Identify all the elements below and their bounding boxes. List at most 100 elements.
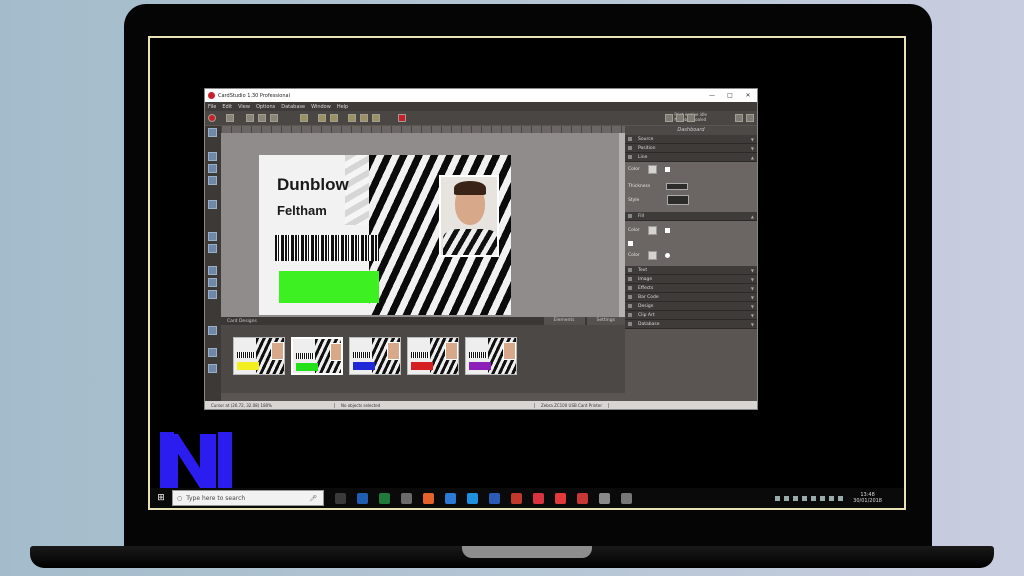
section-clip-art[interactable]: Clip Art ▼ [625, 311, 757, 320]
fill-color2-swatch[interactable] [647, 250, 657, 260]
ellipse-tool-icon[interactable] [208, 266, 217, 275]
id-card-design[interactable]: Dunblow Feltham [259, 155, 511, 315]
taskbar-app-icon[interactable] [599, 492, 610, 504]
taskbar-app-icon[interactable] [335, 492, 346, 504]
rectangle-tool-icon[interactable] [208, 244, 217, 253]
open-icon[interactable] [246, 114, 254, 122]
card-barcode[interactable] [275, 235, 379, 261]
taskbar-app-icon[interactable] [511, 492, 522, 504]
menu-help[interactable]: Help [337, 104, 348, 110]
taskbar-app-icon[interactable] [555, 492, 566, 504]
card-color-bar[interactable] [279, 271, 379, 303]
menu-options[interactable]: Options [256, 104, 275, 110]
paste-icon[interactable] [330, 114, 338, 122]
section-position[interactable]: Position ▼ [625, 144, 757, 153]
tray-icon[interactable] [793, 495, 799, 501]
taskbar-search[interactable]: ○ Type here to search 🎤︎ [172, 490, 324, 506]
minimize-button[interactable]: — [703, 92, 721, 99]
print-job-icon[interactable] [665, 114, 673, 122]
print-icon[interactable] [208, 114, 216, 122]
tray-icon[interactable] [829, 495, 835, 501]
menu-file[interactable]: File [208, 104, 216, 110]
tray-icon[interactable] [802, 495, 808, 501]
section-image[interactable]: Image ▼ [625, 275, 757, 284]
line-thickness-select[interactable] [666, 182, 689, 190]
tray-icon[interactable] [838, 495, 844, 501]
pointer-tool-icon[interactable] [208, 128, 217, 137]
tray-icon[interactable] [784, 495, 790, 501]
save-as-icon[interactable] [270, 114, 278, 122]
menu-window[interactable]: Window [311, 104, 331, 110]
gradient-checkbox[interactable] [628, 240, 633, 246]
section-database[interactable]: Database ▼ [625, 320, 757, 329]
card-photo[interactable] [439, 175, 499, 257]
menu-database[interactable]: Database [281, 104, 305, 110]
tray-icon[interactable] [820, 495, 826, 501]
print-preview-icon[interactable] [735, 114, 743, 122]
tab-elements[interactable]: Elements [543, 317, 585, 325]
new-card-icon[interactable] [226, 114, 234, 122]
section-text[interactable]: Text ▼ [625, 266, 757, 275]
taskbar-app-icon[interactable] [379, 492, 390, 504]
fill-radio[interactable] [664, 252, 670, 258]
section-design[interactable]: Design ▼ [625, 302, 757, 311]
section-effects[interactable]: Effects ▼ [625, 284, 757, 293]
fit-icon[interactable] [208, 364, 217, 373]
fill-color-checkbox[interactable] [664, 227, 670, 233]
line-color-swatch[interactable] [647, 164, 657, 174]
close-button[interactable]: ✕ [739, 92, 757, 99]
clipart-tool-icon[interactable] [208, 278, 217, 287]
taskbar-app-icon[interactable] [467, 492, 478, 504]
card-design-thumbnail[interactable] [233, 337, 285, 375]
card-design-thumbnail[interactable] [291, 337, 343, 375]
line-style-select[interactable] [667, 195, 690, 205]
clock[interactable]: 13:48 30/01/2018 [853, 492, 882, 504]
card-name-text[interactable]: Dunblow [277, 175, 349, 195]
encode-icon[interactable] [676, 114, 684, 122]
section-source[interactable]: Source ▼ [625, 135, 757, 144]
menu-view[interactable]: View [238, 104, 250, 110]
section-fill[interactable]: Fill ▲ [625, 212, 757, 221]
cut-icon[interactable] [300, 114, 308, 122]
tray-icon[interactable] [775, 495, 781, 501]
microphone-icon[interactable]: 🎤︎ [309, 495, 317, 502]
taskbar-app-icon[interactable] [423, 492, 434, 504]
delete-icon[interactable] [398, 114, 406, 122]
section-bar-code[interactable]: Bar Code ▼ [625, 293, 757, 302]
copy-icon[interactable] [318, 114, 326, 122]
line-tool-icon[interactable] [208, 232, 217, 241]
shape-tool-icon[interactable] [208, 176, 217, 185]
save-icon[interactable] [258, 114, 266, 122]
image-tool-icon[interactable] [208, 164, 217, 173]
printer-settings-icon[interactable] [746, 114, 754, 122]
windows-start-icon[interactable]: ⊞ [150, 493, 172, 503]
taskbar-app-icon[interactable] [445, 492, 456, 504]
taskbar-app-icon[interactable] [489, 492, 500, 504]
text-tool-icon[interactable] [208, 152, 217, 161]
card-location-text[interactable]: Feltham [277, 203, 327, 218]
section-line[interactable]: Line ▲ [625, 153, 757, 162]
database-tool-icon[interactable] [208, 290, 217, 299]
card-design-thumbnail[interactable] [349, 337, 401, 375]
tab-settings[interactable]: Settings [586, 317, 625, 325]
queue-icon[interactable] [687, 114, 695, 122]
taskbar-app-icon[interactable] [577, 492, 588, 504]
zoom-out-icon[interactable] [208, 348, 217, 357]
align-center-icon[interactable] [360, 114, 368, 122]
line-color-checkbox[interactable] [664, 166, 670, 172]
taskbar-app-icon[interactable] [621, 492, 632, 504]
zoom-in-icon[interactable] [208, 326, 217, 335]
menu-edit[interactable]: Edit [222, 104, 232, 110]
taskbar-app-icon[interactable] [401, 492, 412, 504]
design-canvas[interactable]: Dunblow Feltham [221, 133, 625, 317]
align-left-icon[interactable] [348, 114, 356, 122]
fill-color-swatch[interactable] [647, 225, 657, 235]
align-right-icon[interactable] [372, 114, 380, 122]
tray-icon[interactable] [811, 495, 817, 501]
taskbar-app-icon[interactable] [533, 492, 544, 504]
taskbar-app-icon[interactable] [357, 492, 368, 504]
barcode-tool-icon[interactable] [208, 200, 217, 209]
maximize-button[interactable]: □ [721, 92, 739, 99]
card-design-thumbnail[interactable] [465, 337, 517, 375]
card-design-thumbnail[interactable] [407, 337, 459, 375]
